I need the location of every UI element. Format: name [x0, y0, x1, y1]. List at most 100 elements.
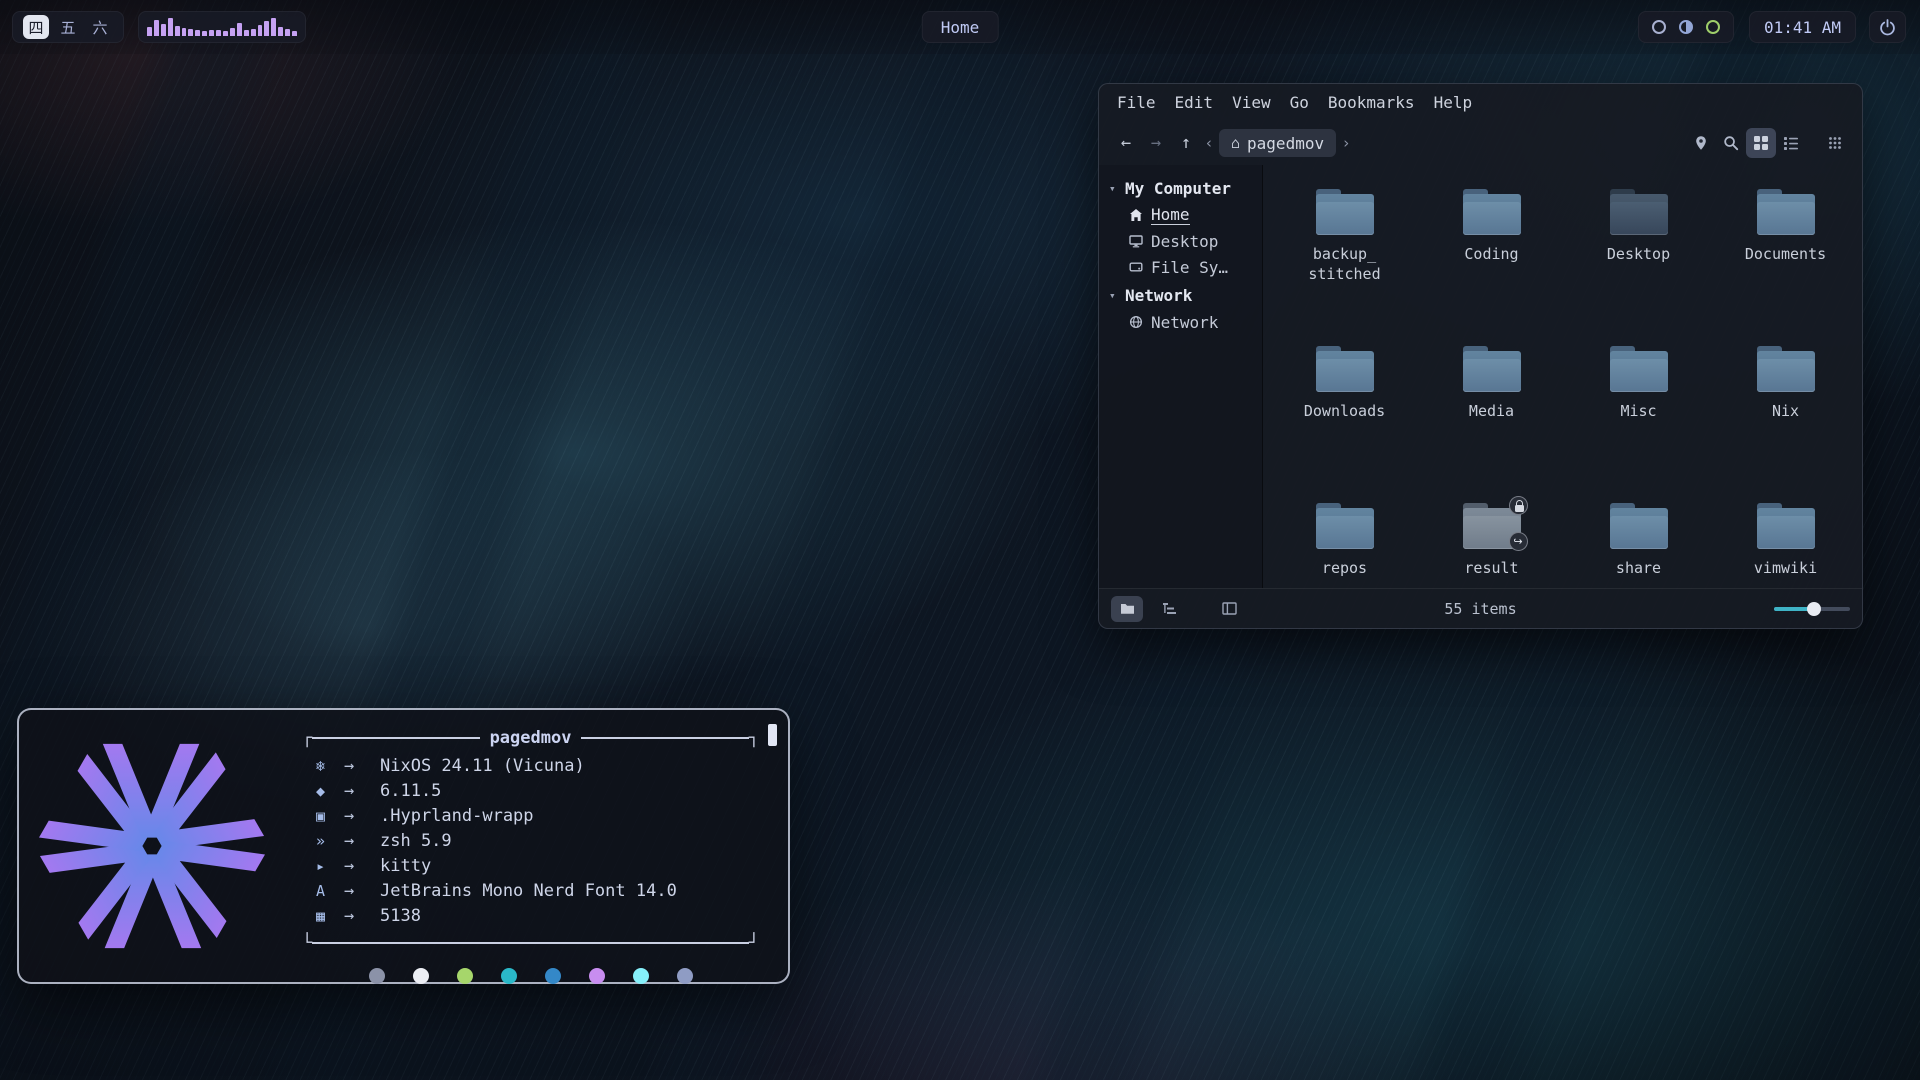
breadcrumb-next-icon[interactable]: ›: [1338, 134, 1354, 152]
folder-label: Downloads: [1304, 401, 1385, 421]
visualizer-bar: [230, 28, 235, 36]
search-button[interactable]: [1716, 128, 1746, 158]
zoom-slider[interactable]: [1774, 601, 1850, 617]
drive-icon: [1129, 260, 1143, 274]
menu-view[interactable]: View: [1232, 93, 1271, 112]
location-pin-button[interactable]: [1686, 128, 1716, 158]
sidebar-group-network[interactable]: ▾ Network: [1109, 282, 1262, 309]
fetch-line-os: NixOS 24.11 (Vicuna): [302, 753, 759, 778]
bracket-corner-icon: [749, 727, 759, 749]
forward-button[interactable]: →: [1141, 128, 1171, 158]
compact-view-button[interactable]: [1776, 128, 1806, 158]
visualizer-bar: [223, 31, 228, 36]
collapse-triangle-icon[interactable]: ▾: [1109, 289, 1119, 302]
palette-color-dot: [501, 968, 517, 984]
fetch-value: NixOS 24.11 (Vicuna): [380, 756, 585, 776]
idle-inhibit-icon[interactable]: [1652, 20, 1666, 34]
fetch-title-bracket: pagedmov: [302, 727, 759, 749]
folder-item-backup-stitched[interactable]: backup_​stitched: [1271, 181, 1418, 338]
places-sidebar: ▾ My Computer Home Desktop: [1099, 165, 1263, 588]
folder-item-downloads[interactable]: Downloads: [1271, 338, 1418, 495]
bracket-corner-icon: [302, 727, 312, 749]
folder-item-coding[interactable]: Coding: [1418, 181, 1565, 338]
visualizer-bar: [244, 30, 249, 36]
nightlight-icon[interactable]: [1679, 20, 1693, 34]
workspace-button-5[interactable]: 五: [55, 15, 81, 39]
sidebar-item-desktop[interactable]: Desktop: [1109, 228, 1262, 254]
arrow-icon: [344, 831, 380, 851]
icon-view-button[interactable]: [1746, 128, 1776, 158]
items-count-label: 55 items: [1444, 600, 1516, 618]
grid-view-icon: [1753, 135, 1769, 151]
side-pane-toggle-button[interactable]: [1213, 596, 1245, 622]
menu-help[interactable]: Help: [1434, 93, 1473, 112]
show-tree-button[interactable]: [1153, 596, 1185, 622]
search-icon: [1723, 135, 1739, 151]
home-icon: ⌂: [1231, 134, 1240, 152]
folder-item-nix[interactable]: Nix: [1712, 338, 1859, 495]
power-button[interactable]: [1869, 11, 1906, 43]
statusbar: 55 items: [1099, 588, 1862, 628]
nixos-snowflake-icon: [316, 757, 344, 775]
slider-handle[interactable]: [1807, 602, 1821, 616]
arrow-icon: [344, 856, 380, 876]
bracket-corner-icon: [749, 932, 759, 954]
visualizer-bar: [251, 29, 256, 36]
fetch-value: kitty: [380, 856, 431, 876]
palette-color-dot: [545, 968, 561, 984]
breadcrumb-prev-icon[interactable]: ‹: [1201, 134, 1217, 152]
folder-item-documents[interactable]: Documents: [1712, 181, 1859, 338]
visualizer-bar: [271, 18, 276, 36]
fastfetch-terminal-window[interactable]: pagedmov NixOS 24.11 (Vicuna) 6.11.5: [17, 708, 790, 984]
folder-icon: [1757, 189, 1815, 235]
menu-go[interactable]: Go: [1290, 93, 1309, 112]
bracket-corner-icon: [302, 932, 312, 954]
menu-file[interactable]: File: [1117, 93, 1156, 112]
visualizer-bar: [154, 20, 159, 36]
nixos-logo: [19, 710, 284, 982]
folder-icon: [1463, 189, 1521, 235]
breadcrumb-path-button[interactable]: ⌂ pagedmov: [1219, 129, 1336, 157]
fetch-line-terminal: kitty: [302, 853, 759, 878]
folder-icon: [1316, 503, 1374, 549]
recorder-icon[interactable]: [1706, 20, 1720, 34]
clock-module[interactable]: 01:41 AM: [1749, 11, 1856, 43]
fetch-value: zsh 5.9: [380, 831, 452, 851]
folder-item-media[interactable]: Media: [1418, 338, 1565, 495]
fetch-value: 5138: [380, 906, 421, 926]
active-window-title: Home: [922, 11, 999, 43]
status-bar: 四 五 六 Home 01:41 AM: [0, 0, 1920, 54]
sidebar-group-my-computer[interactable]: ▾ My Computer: [1109, 175, 1262, 202]
folder-item-desktop[interactable]: Desktop: [1565, 181, 1712, 338]
terminal-icon: [316, 857, 344, 875]
show-folders-button[interactable]: [1111, 596, 1143, 622]
up-button[interactable]: ↑: [1171, 128, 1201, 158]
fetch-bottom-bracket: [302, 932, 759, 954]
view-options-button[interactable]: [1820, 128, 1850, 158]
sidebar-item-network[interactable]: Network: [1109, 309, 1262, 335]
sidebar-item-home[interactable]: Home: [1109, 202, 1262, 228]
workspace-button-4[interactable]: 四: [23, 15, 49, 39]
group-label: Network: [1125, 286, 1192, 305]
palette-color-dot: [369, 968, 385, 984]
folder-item-misc[interactable]: Misc: [1565, 338, 1712, 495]
palette-color-dot: [413, 968, 429, 984]
visualizer-bar: [237, 23, 242, 36]
collapse-triangle-icon[interactable]: ▾: [1109, 182, 1119, 195]
window-title-label: Home: [941, 18, 980, 37]
folder-icon: [1610, 189, 1668, 235]
menu-bookmarks[interactable]: Bookmarks: [1328, 93, 1415, 112]
menu-edit[interactable]: Edit: [1175, 93, 1214, 112]
arrow-icon: [344, 906, 380, 926]
monitor-icon: [1129, 234, 1143, 248]
folder-label: Nix: [1772, 401, 1799, 421]
visualizer-bar: [188, 29, 193, 36]
sidebar-item-file-system[interactable]: File Sy…: [1109, 254, 1262, 280]
fetch-value: JetBrains Mono Nerd Font 14.0: [380, 881, 677, 901]
folder-label: Coding: [1464, 244, 1518, 264]
tree-view-icon: [1162, 602, 1177, 615]
back-button[interactable]: ←: [1111, 128, 1141, 158]
shell-icon: [316, 832, 344, 850]
symlink-emblem-icon: ↪: [1509, 532, 1528, 551]
workspace-button-6[interactable]: 六: [87, 15, 113, 39]
